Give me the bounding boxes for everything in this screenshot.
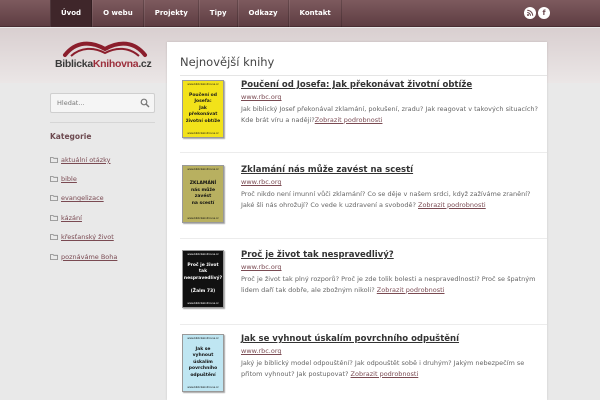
main-nav: Úvod O webu Projekty Tipy Odkazy Kontakt (50, 0, 342, 27)
page-title: Nejnovější knihy (180, 55, 275, 69)
book-source-link[interactable]: www.rbc.org (241, 93, 282, 101)
book-item: www.biblickaknihovna.cz Poučení od Josefa… (182, 80, 542, 160)
nav-item-odkazy[interactable]: Odkazy (237, 0, 289, 27)
nav-item-kontakt[interactable]: Kontakt (288, 0, 342, 27)
cover-text-block: Poučení od Josefa: Jak překonávat životní o… (185, 83, 221, 135)
book-cover[interactable]: www.biblickaknihovna.cz Poučení od Josefa… (182, 80, 224, 138)
cover-title-line: životní obtíže (185, 118, 221, 124)
book-cover[interactable]: www.biblickaknihovna.cz Proč je život ta… (182, 250, 224, 308)
cover-small-text: www.biblickaknihovna.cz (187, 386, 219, 389)
cover-text-block: Jak se vyhnout úskalím povrchního odpuštění (185, 337, 221, 389)
book-cover[interactable]: www.biblickaknihovna.cz ZKLAMÁNÍ nás může… (182, 165, 224, 223)
book-separator (180, 324, 547, 325)
category-item[interactable]: kázání (50, 208, 160, 227)
logo-text-part3: .cz (138, 58, 152, 70)
search-input[interactable] (51, 94, 139, 112)
book-description: Jak biblický Josef překonával zklamání, … (241, 104, 541, 125)
category-item[interactable]: evangelizace (50, 189, 160, 208)
book-cover[interactable]: www.biblickaknihovna.cz Jak se vyhnout ús… (182, 334, 224, 392)
cover-title-line: odpuštění (190, 372, 216, 378)
book-description-text: Jak biblický Josef překonával zklamání, … (241, 105, 538, 124)
cover-text-block: Proč je život tak nespravedlivý? (Žalm 73… (184, 253, 222, 305)
facebook-icon[interactable]: f (538, 7, 550, 19)
folder-icon (50, 195, 58, 202)
book-title-link[interactable]: Poučení od Josefa: Jak překonávat životn… (241, 80, 472, 90)
nav-item-projekty[interactable]: Projekty (143, 0, 199, 27)
category-label: evangelizace (61, 194, 104, 203)
book-title-link[interactable]: Zklamání nás může zavést na scestí (241, 165, 413, 175)
rss-icon[interactable] (524, 7, 536, 19)
book-description-text: Proč nikdo není imunní vůči zklamání? Co… (241, 190, 531, 209)
details-link[interactable]: Zobrazit podrobnosti (315, 116, 383, 124)
cover-small-text: www.biblickaknihovna.cz (187, 302, 219, 305)
category-item[interactable]: poznáváme Boha (50, 247, 160, 266)
nav-item-uvod[interactable]: Úvod (50, 0, 93, 27)
search-icon[interactable] (140, 98, 150, 108)
top-navigation-bar: Úvod O webu Projekty Tipy Odkazy Kontakt… (0, 0, 600, 27)
category-label: kázání (61, 213, 82, 222)
cover-title-line: Jak překonávat (188, 105, 218, 118)
details-link[interactable]: Zobrazit podrobnosti (351, 370, 419, 378)
cover-small-text: www.biblickaknihovna.cz (187, 217, 219, 220)
nav-item-o-webu[interactable]: O webu (92, 0, 144, 27)
main-content-panel: Nejnovější knihy www.biblickaknihovna.cz… (167, 42, 547, 400)
open-book-icon (63, 41, 147, 57)
book-source-link[interactable]: www.rbc.org (241, 263, 282, 271)
category-item[interactable]: křesťanský život (50, 228, 160, 247)
category-item[interactable]: aktuální otázky (50, 150, 160, 169)
categories-title: Kategorie (50, 132, 92, 141)
category-label: bible (61, 175, 77, 184)
book-separator (180, 152, 547, 153)
folder-icon (50, 156, 58, 163)
book-item: www.biblickaknihovna.cz Jak se vyhnout ús… (182, 334, 542, 400)
cover-text-block: ZKLAMÁNÍ nás může zavést na scestí (185, 168, 221, 220)
logo-text-part2: Knihovna (92, 58, 139, 70)
category-item[interactable]: bible (50, 169, 160, 188)
book-title-link[interactable]: Jak se vyhnout úskalím povrchního odpušt… (241, 334, 459, 344)
folder-icon (50, 214, 58, 221)
details-link[interactable]: Zobrazit podrobnosti (418, 201, 486, 209)
category-list: aktuální otázky bible evangelizace kázán… (50, 150, 160, 266)
folder-icon (50, 234, 58, 241)
book-source-link[interactable]: www.rbc.org (241, 178, 282, 186)
book-item: www.biblickaknihovna.cz Proč je život ta… (182, 250, 542, 330)
folder-icon (50, 176, 58, 182)
folder-icon (50, 253, 58, 260)
site-logo[interactable]: BiblickaKnihovna.cz (55, 37, 155, 73)
cover-title-line: Jak se vyhnout (192, 346, 214, 359)
book-description: Proč nikdo není imunní vůči zklamání? Co… (241, 189, 541, 210)
book-description: Proč je život tak plný rozporů? Proč je … (241, 274, 541, 295)
nav-item-tipy[interactable]: Tipy (198, 0, 238, 27)
cover-title-line: (Žalm 73) (190, 288, 216, 294)
book-description: Jaký je biblický model odpouštění? Jak o… (241, 358, 541, 379)
category-label: poznáváme Boha (61, 252, 118, 261)
category-label: aktuální otázky (61, 155, 111, 164)
book-separator (180, 238, 547, 239)
logo-text-part1: Biblicka (55, 58, 93, 70)
book-source-link[interactable]: www.rbc.org (241, 347, 282, 355)
details-link[interactable]: Zobrazit podrobnosti (377, 286, 445, 294)
cover-small-text: www.biblickaknihovna.cz (187, 132, 219, 135)
book-title-link[interactable]: Proč je život tak nespravedlivý? (241, 250, 394, 260)
cover-title-line: nás může zavést (190, 187, 216, 200)
search-box (50, 93, 155, 113)
sidebar-divider (50, 122, 155, 123)
logo-text: BiblickaKnihovna.cz (55, 58, 152, 70)
title-divider (180, 75, 547, 76)
category-label: křesťanský život (61, 233, 114, 242)
cover-title-line: na scestí (191, 200, 215, 206)
cover-title-line: Proč je život tak (187, 262, 219, 275)
book-item: www.biblickaknihovna.cz ZKLAMÁNÍ nás může… (182, 165, 542, 245)
